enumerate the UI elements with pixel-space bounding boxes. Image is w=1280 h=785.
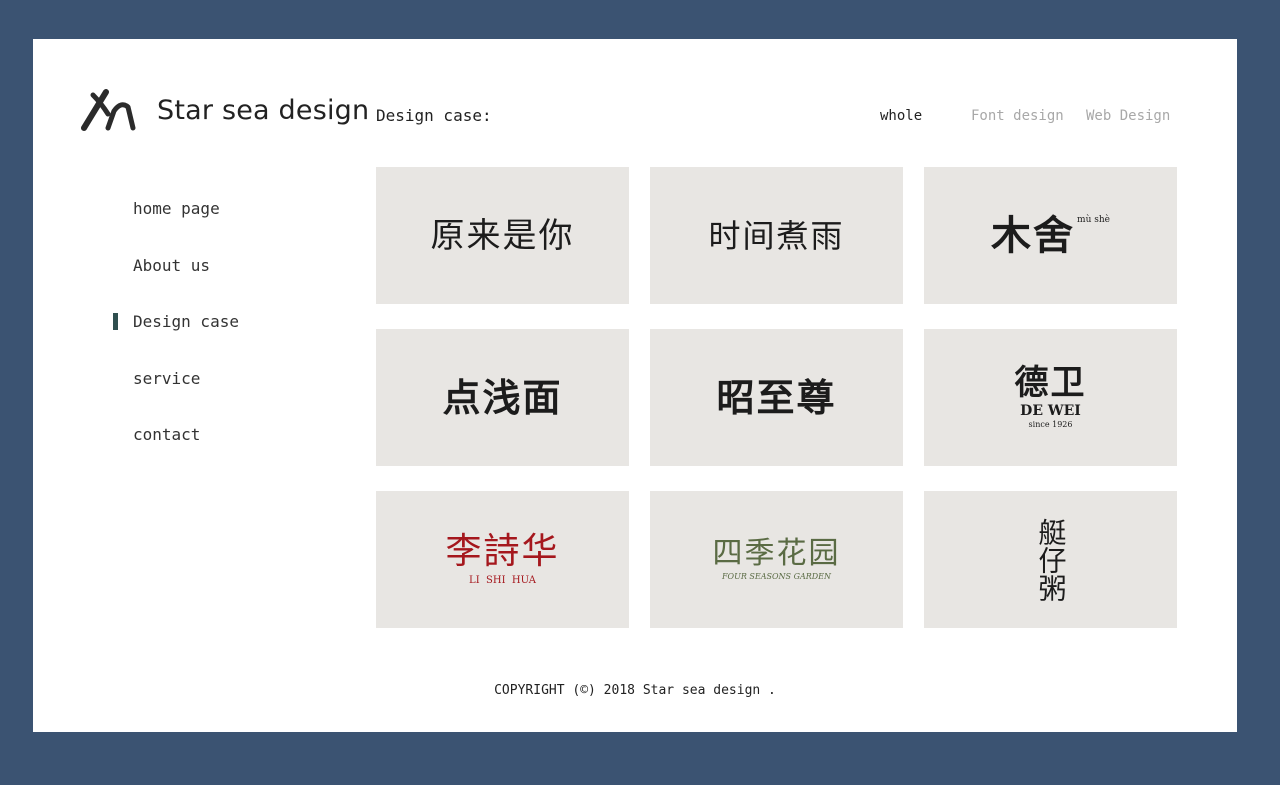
nav-item-about[interactable]: About us xyxy=(133,254,239,311)
case-card[interactable]: 艇仔粥 xyxy=(924,491,1177,628)
case-caption: since 1926 xyxy=(1028,420,1073,429)
case-title: 艇仔粥 xyxy=(1034,517,1068,602)
main-panel: Star sea design home page About us Desig… xyxy=(33,39,1237,732)
case-card[interactable]: 时间煮雨 xyxy=(650,167,903,304)
side-nav: home page About us Design case service c… xyxy=(113,197,239,480)
case-title: 点浅面 xyxy=(442,374,563,420)
case-title: 四季花园 xyxy=(712,535,841,571)
case-card[interactable]: 德卫 DE WEI since 1926 xyxy=(924,329,1177,466)
case-card[interactable]: 昭至尊 xyxy=(650,329,903,466)
case-subtitle: DE WEI xyxy=(1020,403,1081,419)
footer-copyright: COPYRIGHT (©) 2018 Star sea design . xyxy=(494,683,776,698)
case-card[interactable]: 点浅面 xyxy=(376,329,629,466)
brand-name: Star sea design xyxy=(157,94,370,126)
case-subtitle: LI SHI HUA xyxy=(469,574,536,586)
case-card[interactable]: 原来是你 xyxy=(376,167,629,304)
case-card[interactable]: 四季花园 FOUR SEASONS GARDEN xyxy=(650,491,903,628)
case-subtitle: mù shè xyxy=(1077,214,1110,225)
section-title: Design case: xyxy=(376,106,492,125)
nav-item-contact[interactable]: contact xyxy=(133,423,239,480)
nav-item-service[interactable]: service xyxy=(133,367,239,424)
filter-whole[interactable]: whole xyxy=(880,108,922,124)
case-title: 德卫 xyxy=(1014,363,1087,403)
nav-item-design-case[interactable]: Design case xyxy=(113,310,239,367)
filter-font-design[interactable]: Font design xyxy=(971,108,1064,124)
case-card[interactable]: 李詩华 LI SHI HUA xyxy=(376,491,629,628)
case-title: 昭至尊 xyxy=(716,374,837,420)
case-title: 木舍 xyxy=(991,211,1076,259)
case-title: 李詩华 xyxy=(445,530,560,572)
case-title: 时间煮雨 xyxy=(708,216,845,255)
filter-web-design[interactable]: Web Design xyxy=(1086,108,1170,124)
brand-logo[interactable]: Star sea design xyxy=(81,89,369,131)
xh-monogram-logo-icon xyxy=(81,89,139,131)
case-subtitle: FOUR SEASONS GARDEN xyxy=(721,571,832,581)
case-card[interactable]: 木舍 mù shè xyxy=(924,167,1177,304)
case-title: 原来是你 xyxy=(430,215,575,256)
nav-item-home[interactable]: home page xyxy=(133,197,239,254)
